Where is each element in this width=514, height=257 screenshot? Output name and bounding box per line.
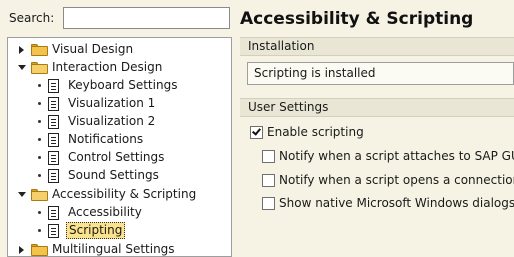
triangle-down-icon[interactable] <box>18 192 26 197</box>
bullet-icon <box>38 211 41 214</box>
document-icon <box>48 224 59 238</box>
tree-item-label: Interaction Design <box>52 60 163 74</box>
tree-item-label: Visualization 2 <box>68 114 156 128</box>
tree-item-label: Visual Design <box>52 42 134 56</box>
folder-open-icon <box>31 189 48 201</box>
show-native-dialogs-checkbox[interactable]: Show native Microsoft Windows dialogs <box>262 195 514 213</box>
folder-icon <box>31 244 48 256</box>
search-input[interactable] <box>63 7 230 29</box>
installation-header: Installation <box>240 37 514 56</box>
document-icon <box>48 151 59 165</box>
tree-item-label-selected: Scripting <box>66 222 126 239</box>
tree-item-label: Visualization 1 <box>68 96 156 110</box>
tree-item-label: Sound Settings <box>68 168 159 182</box>
checkbox[interactable] <box>262 174 275 187</box>
tree-item-scripting[interactable]: Scripting <box>8 222 231 240</box>
tree-item-notifications[interactable]: Notifications <box>8 131 231 149</box>
checkmark-icon <box>252 126 261 136</box>
tree-item-label: Keyboard Settings <box>68 78 178 92</box>
tree-item-label: Accessibility & Scripting <box>52 187 197 201</box>
tree-item-interaction-design[interactable]: Interaction Design <box>8 59 231 77</box>
document-icon <box>48 169 59 183</box>
checkbox-label: Notify when a script attaches to SAP GUI <box>279 149 514 163</box>
checkbox-label: Show native Microsoft Windows dialogs <box>279 196 514 210</box>
tree-item-label: Control Settings <box>68 150 165 164</box>
bullet-icon <box>38 120 41 123</box>
document-icon <box>48 206 59 220</box>
tree-item-visual-design[interactable]: Visual Design <box>8 41 231 59</box>
checkbox-label: Enable scripting <box>267 125 364 139</box>
notify-script-opens-connection-checkbox[interactable]: Notify when a script opens a connection <box>262 172 514 190</box>
notify-script-attaches-checkbox[interactable]: Notify when a script attaches to SAP GUI <box>262 148 514 166</box>
document-icon <box>48 97 59 111</box>
folder-icon <box>31 44 48 56</box>
document-icon <box>48 115 59 129</box>
triangle-right-icon[interactable] <box>19 46 24 54</box>
triangle-right-icon[interactable] <box>19 246 24 254</box>
installation-status-field: Scripting is installed <box>247 62 514 85</box>
tree-item-label: Accessibility <box>68 205 142 219</box>
checkbox-label: Notify when a script opens a connection <box>279 173 514 187</box>
checkbox[interactable] <box>262 197 275 210</box>
navigation-tree[interactable]: Visual Design Interaction Design Keyboar… <box>7 37 232 257</box>
checkbox[interactable] <box>262 150 275 163</box>
tree-item-control-settings[interactable]: Control Settings <box>8 149 231 167</box>
bullet-icon <box>38 174 41 177</box>
bullet-icon <box>38 156 41 159</box>
page-title: Accessibility & Scripting <box>240 9 474 29</box>
tree-item-accessibility[interactable]: Accessibility <box>8 204 231 222</box>
folder-open-icon <box>31 62 48 74</box>
tree-item-label: Multilingual Settings <box>52 242 175 256</box>
user-settings-header: User Settings <box>240 98 514 117</box>
tree-item-multilingual-settings[interactable]: Multilingual Settings <box>8 241 231 256</box>
tree-item-visualization-2[interactable]: Visualization 2 <box>8 113 231 131</box>
bullet-icon <box>38 84 41 87</box>
document-icon <box>48 133 59 147</box>
tree-item-sound-settings[interactable]: Sound Settings <box>8 167 231 185</box>
triangle-down-icon[interactable] <box>18 65 26 70</box>
tree-item-accessibility-scripting[interactable]: Accessibility & Scripting <box>8 186 231 204</box>
search-label: Search: <box>9 11 55 25</box>
enable-scripting-checkbox[interactable]: Enable scripting <box>250 124 510 142</box>
bullet-icon <box>38 102 41 105</box>
bullet-icon <box>38 138 41 141</box>
tree-item-visualization-1[interactable]: Visualization 1 <box>8 95 231 113</box>
document-icon <box>48 79 59 93</box>
tree-item-label: Notifications <box>68 132 144 146</box>
checkbox[interactable] <box>250 126 263 139</box>
tree-item-keyboard-settings[interactable]: Keyboard Settings <box>8 77 231 95</box>
bullet-icon <box>38 229 41 232</box>
